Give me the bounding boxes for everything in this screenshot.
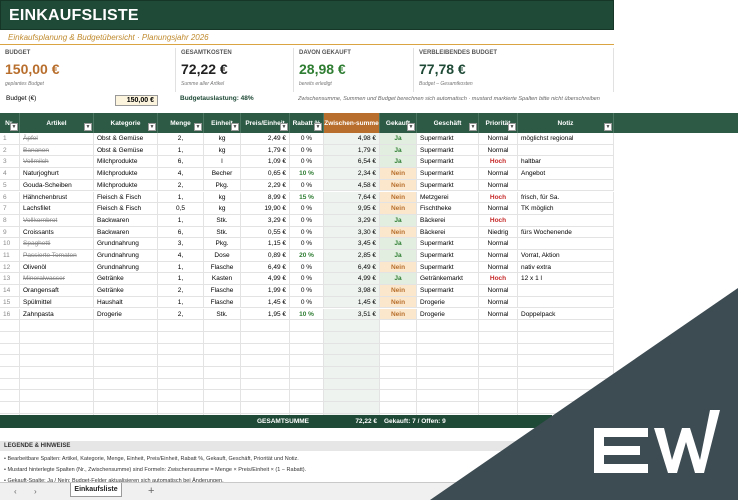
corner-triangle <box>430 288 738 500</box>
spreadsheet-window: EINKAUFSLISTE Einkaufsplanung & Budgetüb… <box>0 0 738 500</box>
corner-logo-overlay <box>430 288 738 500</box>
